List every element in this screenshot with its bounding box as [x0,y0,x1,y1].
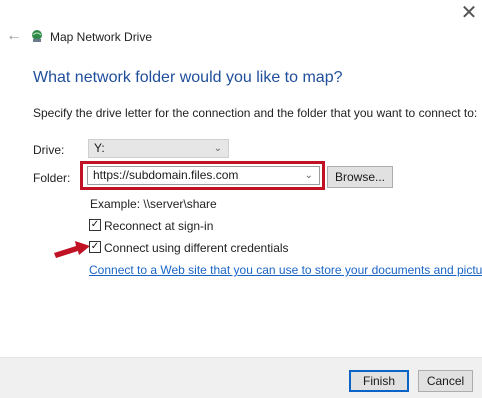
reconnect-checkbox[interactable]: ✓ [89,219,101,231]
example-text: Example: \\server\share [90,197,217,211]
different-credentials-label: Connect using different credentials [104,241,289,255]
dialog-footer [0,357,482,398]
web-site-link[interactable]: Connect to a Web site that you can use t… [89,263,482,277]
folder-label: Folder: [33,171,71,185]
red-arrow-icon [54,241,90,258]
finish-button[interactable]: Finish [349,370,409,392]
browse-button[interactable]: Browse... [327,166,393,188]
network-drive-icon [32,30,42,42]
folder-value: https://subdomain.files.com [93,168,239,182]
cancel-button[interactable]: Cancel [418,370,473,392]
drive-select[interactable]: Y: ⌄ [88,139,229,158]
close-icon[interactable]: ✕ [458,2,480,24]
window-title: Map Network Drive [50,30,153,44]
drive-label: Drive: [33,143,65,157]
back-arrow-icon[interactable]: ← [6,27,24,45]
different-credentials-checkbox[interactable]: ✓ [89,241,101,253]
drive-value: Y: [94,141,105,155]
chevron-down-icon: ⌄ [213,143,222,154]
page-heading: What network folder would you like to ma… [33,69,343,86]
chevron-down-icon: ⌄ [304,170,313,181]
folder-input[interactable]: https://subdomain.files.com ⌄ [87,166,320,185]
instruction-text: Specify the drive letter for the connect… [33,106,478,120]
reconnect-label: Reconnect at sign-in [104,219,214,233]
